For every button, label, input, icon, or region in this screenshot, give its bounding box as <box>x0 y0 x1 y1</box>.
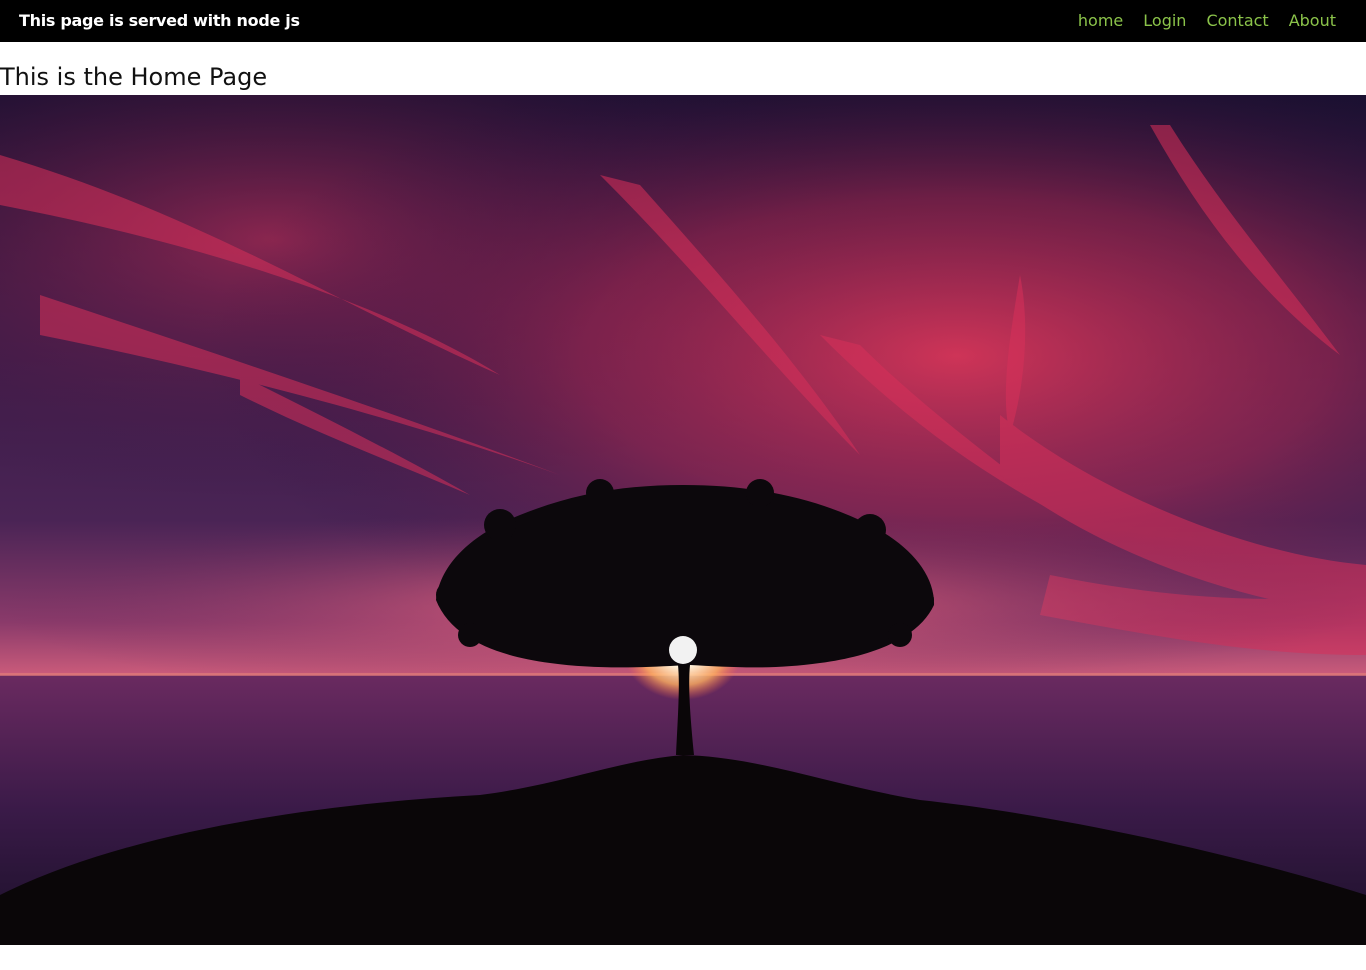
nav-link-home[interactable]: home <box>1078 11 1123 30</box>
nav-link-about[interactable]: About <box>1289 11 1336 30</box>
main-nav: home Login Contact About <box>1078 11 1336 30</box>
top-navbar: This page is served with node js home Lo… <box>0 0 1366 42</box>
nav-link-login[interactable]: Login <box>1143 11 1186 30</box>
hero-sunset-image <box>0 95 1366 945</box>
page-title: This is the Home Page <box>0 63 268 91</box>
nav-link-contact[interactable]: Contact <box>1206 11 1268 30</box>
brand-title: This page is served with node js <box>19 11 300 30</box>
